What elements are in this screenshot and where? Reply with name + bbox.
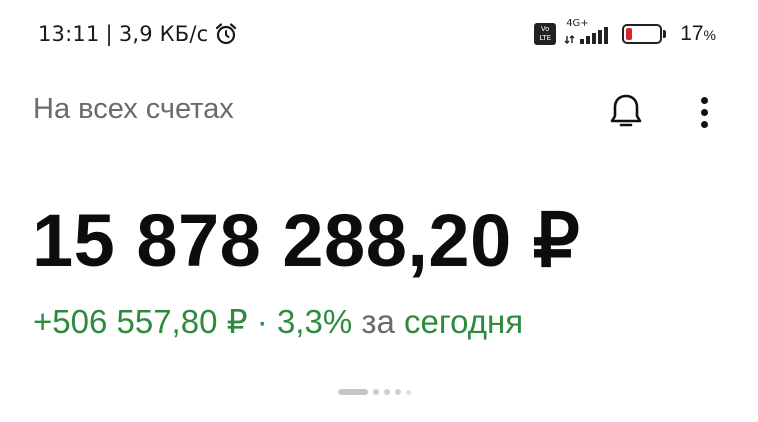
alarm-clock-icon — [214, 22, 238, 46]
battery-cap — [663, 30, 667, 38]
battery-icon — [622, 24, 667, 44]
change-amount: +506 557,80 ₽ — [33, 303, 248, 340]
more-vertical-icon[interactable] — [690, 92, 718, 132]
page-indicator-dot[interactable] — [406, 389, 411, 395]
volte-label: Vo LTE — [539, 25, 551, 42]
battery-percent: 17% — [680, 22, 716, 46]
more-dot — [700, 120, 708, 128]
status-time: 13:11 — [38, 22, 100, 46]
status-right: Vo LTE 4G+ 17% — [534, 18, 716, 46]
battery-percent-unit: % — [703, 27, 716, 43]
page-indicator-active[interactable] — [338, 389, 368, 395]
battery-body — [622, 24, 663, 44]
page-indicator — [338, 389, 411, 395]
bell-icon[interactable] — [606, 90, 646, 134]
page-indicator-dot[interactable] — [384, 389, 390, 395]
total-balance: 15 878 288,20 ₽ — [32, 199, 581, 282]
page-indicator-dot[interactable] — [395, 389, 401, 395]
status-bar: 13:11 | 3,9 КБ/с Vo LTE 4G+ 17% — [0, 0, 758, 72]
page-indicator-dot[interactable] — [373, 389, 379, 395]
battery-level — [626, 28, 632, 40]
more-dot — [700, 96, 708, 104]
change-period-prefix: за — [361, 303, 395, 340]
change-separator: · — [256, 303, 268, 340]
accounts-filter-title[interactable]: На всех счетах — [33, 93, 234, 126]
status-left: 13:11 | 3,9 КБ/с — [38, 22, 238, 46]
status-separator: | — [105, 22, 113, 46]
change-period[interactable]: сегодня — [404, 303, 523, 340]
network-speed: 3,9 КБ/с — [118, 22, 209, 46]
signal-icon: 4G+ — [564, 18, 614, 46]
header: На всех счетах — [0, 84, 758, 140]
more-dot — [700, 108, 708, 116]
volte-icon: Vo LTE — [534, 23, 557, 45]
battery-percent-value: 17 — [680, 22, 704, 45]
change-percent: 3,3% — [276, 303, 353, 340]
daily-change: +506 557,80 ₽ · 3,3% за сегодня — [33, 302, 523, 341]
